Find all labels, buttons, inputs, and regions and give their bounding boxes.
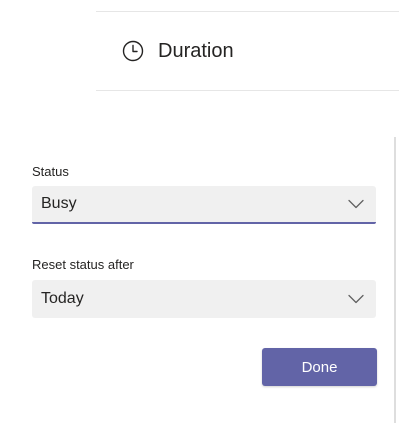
- reset-dropdown-value: Today: [41, 290, 84, 307]
- done-button[interactable]: Done: [262, 348, 377, 386]
- chevron-down-icon: [348, 199, 364, 209]
- status-dropdown[interactable]: Busy: [32, 186, 376, 224]
- duration-row[interactable]: Duration: [96, 11, 399, 91]
- duration-label: Duration: [158, 39, 234, 62]
- status-settings-screen: Duration Status Busy Reset status after …: [0, 0, 399, 423]
- status-dropdown-value: Busy: [41, 195, 77, 212]
- chevron-down-icon: [348, 294, 364, 304]
- status-panel: Status Busy Reset status after Today Don…: [0, 137, 396, 423]
- reset-field-label: Reset status after: [32, 257, 134, 272]
- reset-dropdown[interactable]: Today: [32, 280, 376, 318]
- status-field-label: Status: [32, 164, 69, 179]
- clock-icon: [122, 40, 144, 62]
